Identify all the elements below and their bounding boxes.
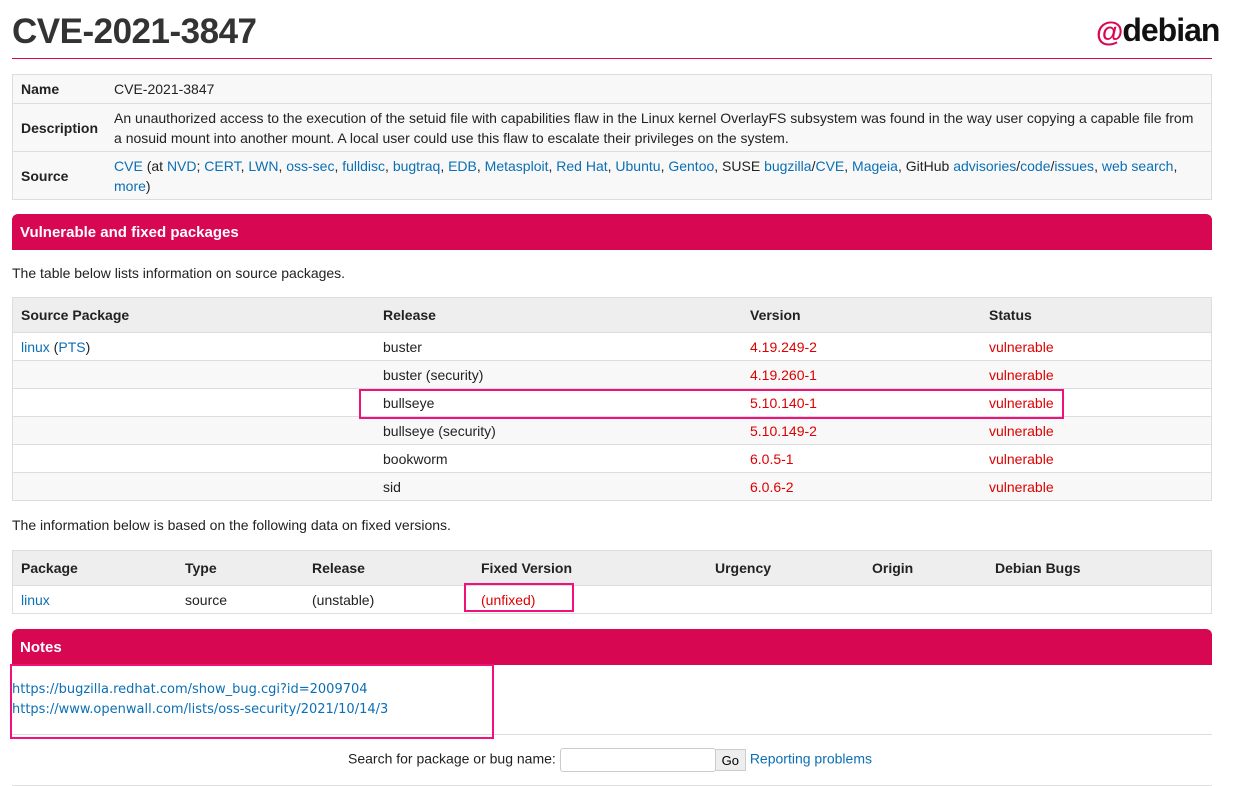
source-link[interactable]: EDB xyxy=(448,158,477,174)
source-link[interactable]: web search xyxy=(1102,158,1174,174)
source-link[interactable]: issues xyxy=(1054,158,1094,174)
table-row: buster (security) 4.19.260-1 vulnerable xyxy=(12,360,1212,389)
version-cell: 4.19.260-1 xyxy=(742,360,981,389)
source-separator: (at xyxy=(142,157,167,174)
source-link[interactable]: CVE xyxy=(114,158,143,174)
urgency-cell xyxy=(707,585,864,614)
status-cell: vulnerable xyxy=(981,332,1212,361)
source-link[interactable]: Ubuntu xyxy=(615,158,660,174)
status-cell: vulnerable xyxy=(981,444,1212,473)
source-label: Source xyxy=(12,151,107,200)
highlight-box xyxy=(464,583,574,612)
package-cell xyxy=(12,360,375,389)
source-link[interactable]: bugtraq xyxy=(393,158,440,174)
vulnerable-section-header: Vulnerable and fixed packages xyxy=(12,214,1212,250)
col-header: Urgency xyxy=(707,550,864,586)
source-link[interactable]: Metasploit xyxy=(485,158,549,174)
release-cell: bullseye (security) xyxy=(375,416,742,445)
col-header: Release xyxy=(375,297,742,333)
col-header: Status xyxy=(981,297,1212,333)
col-header: Origin xyxy=(864,550,987,586)
source-link[interactable]: more xyxy=(114,178,146,194)
version-cell: 4.19.249-2 xyxy=(742,332,981,361)
status-cell: vulnerable xyxy=(981,416,1212,445)
source-separator: , xyxy=(844,157,853,174)
source-link[interactable]: code xyxy=(1020,158,1050,174)
version-cell: 6.0.5-1 xyxy=(742,444,981,473)
source-link[interactable]: Mageia xyxy=(852,158,898,174)
release-cell: (unstable) xyxy=(304,585,473,614)
fixed-intro: The information below is based on the fo… xyxy=(12,517,451,533)
release-cell: bookworm xyxy=(375,444,742,473)
name-value: CVE-2021-3847 xyxy=(106,74,1212,104)
table-row: bookworm 6.0.5-1 vulnerable xyxy=(12,444,1212,473)
description-label: Description xyxy=(12,103,107,152)
table-row: sid 6.0.6-2 vulnerable xyxy=(12,472,1212,501)
fixed-versions-table: Package Type Release Fixed Version Urgency Or… xyxy=(12,550,1212,614)
source-link[interactable]: LWN xyxy=(248,158,278,174)
source-link[interactable]: bugzilla xyxy=(764,158,811,174)
col-header: Package xyxy=(12,550,177,586)
col-header: Version xyxy=(742,297,981,333)
source-link[interactable]: oss-sec xyxy=(286,158,334,174)
table-row: linux (PTS) buster 4.19.249-2 vulnerable xyxy=(12,332,1212,361)
bugs-cell xyxy=(987,585,1212,614)
source-separator: , xyxy=(476,157,485,174)
table-row: bullseye (security) 5.10.149-2 vulnerable xyxy=(12,416,1212,445)
source-separator: , xyxy=(1173,157,1178,174)
source-link[interactable]: NVD xyxy=(167,158,197,174)
source-separator: ) xyxy=(145,177,151,194)
notes-section-header: Notes xyxy=(12,629,1212,665)
status-cell: vulnerable xyxy=(981,360,1212,389)
source-link[interactable]: Red Hat xyxy=(556,158,607,174)
col-header: Source Package xyxy=(12,297,375,333)
package-cell xyxy=(12,472,375,501)
release-cell: buster (security) xyxy=(375,360,742,389)
source-link[interactable]: CVE xyxy=(815,158,844,174)
source-separator: , xyxy=(1094,157,1102,174)
source-separator: , xyxy=(385,157,393,174)
release-cell: sid xyxy=(375,472,742,501)
release-cell: buster xyxy=(375,332,742,361)
vuln-intro: The table below lists information on sou… xyxy=(12,265,346,281)
source-link[interactable]: advisories xyxy=(953,158,1016,174)
package-cell xyxy=(12,416,375,445)
source-link[interactable]: CERT xyxy=(204,158,240,174)
origin-cell xyxy=(864,585,987,614)
package-link[interactable]: linux xyxy=(21,339,50,355)
col-header: Debian Bugs xyxy=(987,550,1212,586)
source-links: CVE (at NVD; CERT, LWN, oss-sec, fulldis… xyxy=(106,151,1212,200)
type-cell: source xyxy=(177,585,304,614)
package-cell: linux (PTS) xyxy=(12,332,375,361)
source-separator: , SUSE xyxy=(714,157,765,174)
search-label: Search for package or bug name: xyxy=(348,750,556,767)
package-cell xyxy=(12,388,375,417)
col-header: Fixed Version xyxy=(473,550,707,586)
version-cell: 6.0.6-2 xyxy=(742,472,981,501)
info-table: Name CVE-2021-3847 Description An unauthor… xyxy=(12,74,1212,200)
swirl-icon: @ xyxy=(1096,16,1123,47)
col-header: Type xyxy=(177,550,304,586)
pts-link[interactable]: PTS xyxy=(58,339,85,355)
package-cell xyxy=(12,444,375,473)
search-form: Search for package or bug name: Go Repor… xyxy=(348,748,872,772)
source-link[interactable]: fulldisc xyxy=(342,158,385,174)
search-input[interactable] xyxy=(559,748,716,772)
reporting-problems-link[interactable]: Reporting problems xyxy=(750,751,872,767)
name-label: Name xyxy=(12,74,107,104)
highlight-box xyxy=(10,664,494,739)
go-button[interactable]: Go xyxy=(714,749,746,771)
status-cell: vulnerable xyxy=(981,472,1212,501)
description-value: An unauthorized access to the execution … xyxy=(106,103,1212,152)
page-title: CVE-2021-3847 xyxy=(12,12,257,51)
highlight-box xyxy=(359,389,1064,419)
version-cell: 5.10.149-2 xyxy=(742,416,981,445)
source-separator: , xyxy=(440,157,449,174)
package-link[interactable]: linux xyxy=(21,592,50,608)
debian-logo[interactable]: @debian xyxy=(1096,12,1220,49)
source-link[interactable]: Gentoo xyxy=(668,158,714,174)
divider xyxy=(12,58,1212,59)
col-header: Release xyxy=(304,550,473,586)
source-separator: , GitHub xyxy=(897,157,954,174)
